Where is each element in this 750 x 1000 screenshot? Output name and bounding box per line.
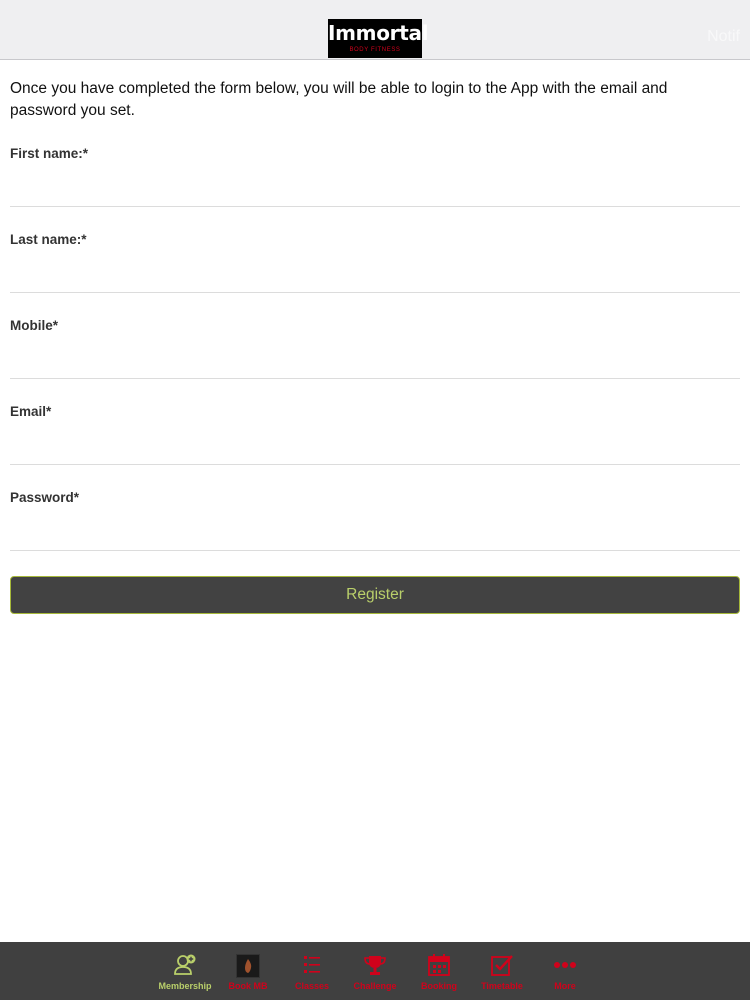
intro-text: Once you have completed the form below, …: [10, 80, 668, 119]
mobile-input[interactable]: [10, 340, 740, 376]
tab-more[interactable]: More: [535, 952, 595, 998]
registration-page: Immortal BODY FITNESS Notif Once you hav…: [0, 0, 750, 1000]
tab-booking[interactable]: Booking: [409, 952, 469, 998]
app-thumbnail-icon: [236, 954, 260, 978]
email-field: Email*: [10, 404, 740, 465]
tab-label: Book MB: [228, 981, 268, 991]
password-input[interactable]: [10, 512, 740, 548]
tab-classes[interactable]: Classes: [282, 952, 342, 998]
first-name-label: First name:*: [10, 146, 89, 161]
tab-label: Challenge: [353, 981, 397, 991]
membership-user-icon: [174, 954, 196, 975]
tab-label: More: [554, 981, 576, 991]
header-right-button[interactable]: Notif: [707, 28, 740, 46]
immortal-logo: Immortal BODY FITNESS: [328, 19, 429, 58]
password-label: Password*: [10, 490, 80, 505]
more-dots-icon: [554, 962, 576, 968]
register-button[interactable]: Register: [10, 576, 740, 614]
mobile-field: Mobile*: [10, 318, 740, 379]
first-name-field: First name:*: [10, 146, 740, 207]
tab-label: Booking: [421, 981, 457, 991]
last-name-label: Last name:*: [10, 232, 87, 247]
logo-main-text: Immortal: [328, 21, 429, 45]
email-label: Email*: [10, 404, 52, 419]
tab-label: Timetable: [481, 981, 523, 991]
password-field: Password*: [10, 490, 740, 551]
bottom-tab-bar: Membership Book MB Classes Challenge Boo…: [0, 942, 750, 1000]
tab-membership[interactable]: Membership: [155, 952, 215, 998]
checklist-icon: [491, 955, 513, 976]
tab-label: Membership: [158, 981, 212, 991]
last-name-field: Last name:*: [10, 232, 740, 293]
tab-label: Classes: [294, 981, 330, 991]
last-name-input[interactable]: [10, 254, 740, 290]
list-icon: [304, 956, 320, 973]
calendar-icon: [428, 954, 450, 976]
first-name-input[interactable]: [10, 168, 740, 204]
tab-challenge[interactable]: Challenge: [345, 952, 405, 998]
email-input[interactable]: [10, 426, 740, 462]
logo-sub-text: BODY FITNESS: [349, 47, 401, 53]
app-header: Immortal BODY FITNESS Notif: [0, 0, 750, 60]
trophy-icon: [364, 956, 386, 975]
mobile-label: Mobile*: [10, 318, 59, 333]
tab-book-mb[interactable]: Book MB: [218, 952, 278, 998]
tab-timetable[interactable]: Timetable: [472, 952, 532, 998]
